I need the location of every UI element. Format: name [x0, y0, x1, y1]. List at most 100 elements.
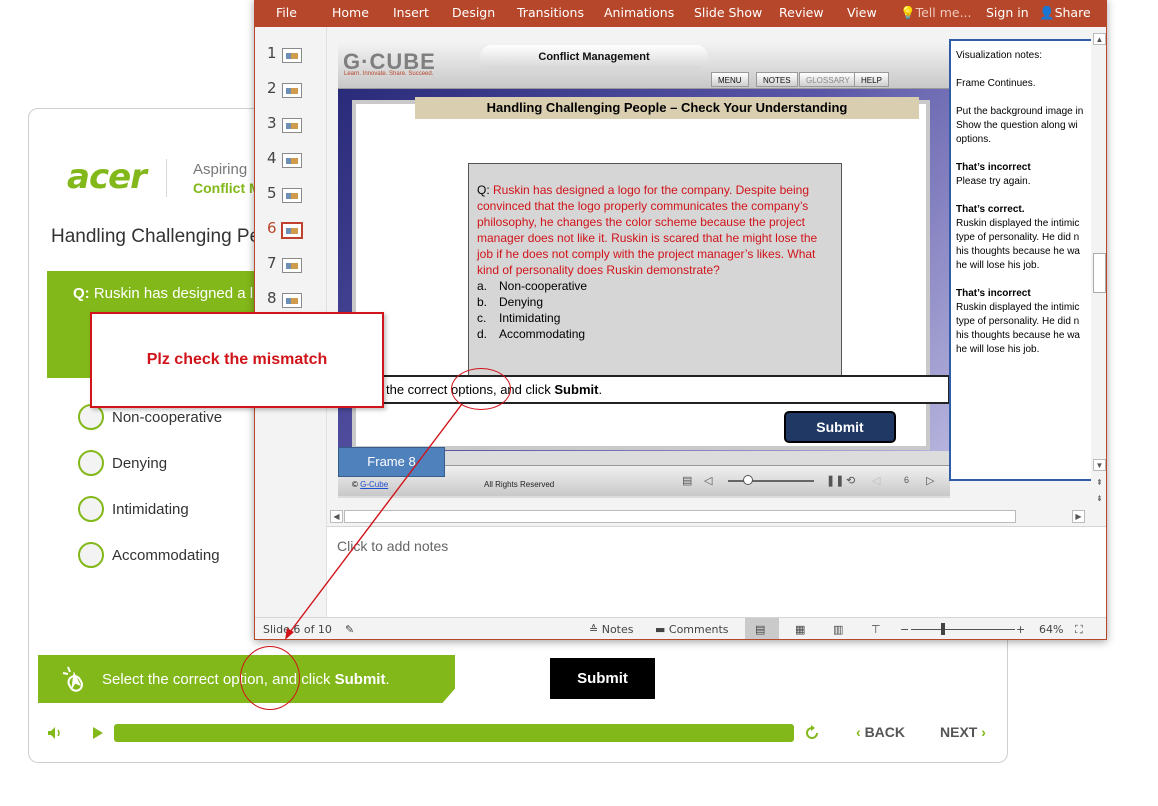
fit-slide-icon[interactable]: ⛶ [1075, 623, 1083, 637]
radio-button[interactable] [78, 542, 104, 568]
slide-submit-button[interactable]: Submit [784, 411, 896, 443]
slide-thumbnail[interactable]: 1 [255, 44, 327, 74]
zoom-out-button[interactable]: − [900, 623, 909, 636]
slide-canvas[interactable]: G·CUBE Learn. Innovate. Share. Succeed. … [338, 41, 950, 498]
slide-number: 1 [267, 44, 277, 62]
slide-preview[interactable] [282, 293, 302, 308]
speaker-icon[interactable] [47, 725, 63, 741]
share-button[interactable]: 👤Share [1039, 5, 1091, 21]
option-accommodating[interactable]: Accommodating [78, 541, 220, 569]
glossary-tab[interactable]: GLOSSARY [799, 72, 857, 87]
page-number: 6 [904, 475, 910, 485]
back-icon[interactable]: ◁ [872, 474, 880, 487]
zoom-handle[interactable] [941, 623, 945, 635]
radio-button[interactable] [78, 496, 104, 522]
zoom-slider[interactable] [911, 629, 1015, 630]
tell-me-search[interactable]: 💡Tell me... [900, 5, 972, 21]
course-tagline: Aspiring [193, 161, 248, 178]
scroll-thumb[interactable] [1093, 253, 1106, 293]
slideshow-icon[interactable]: ⊤ [871, 623, 881, 636]
chevron-left-icon: ‹ [856, 724, 861, 740]
scroll-left-icon[interactable]: ◀ [330, 510, 343, 523]
option-denying[interactable]: Denying [78, 449, 167, 477]
next-icon[interactable]: ▷ [926, 474, 934, 487]
timeline-slider[interactable] [728, 480, 814, 482]
scroll-down-icon[interactable]: ▼ [1093, 459, 1106, 471]
tab-file[interactable]: File [276, 5, 297, 20]
page-icon[interactable]: ▤ [682, 474, 692, 487]
tab-animations[interactable]: Animations [604, 5, 674, 20]
ribbon-tabs: File Home Insert Design Transitions Anim… [255, 0, 1106, 27]
slide-thumbnail[interactable]: 4 [255, 149, 327, 179]
prev-slide-icon[interactable]: ⇞ [1093, 477, 1106, 489]
option-label: Intimidating [112, 500, 189, 518]
horizontal-scrollbar[interactable]: ◀ ▶ [330, 509, 1086, 524]
feedback-incorrect-1: That’s incorrect Please try again. [956, 162, 1031, 187]
zoom-in-button[interactable]: + [1016, 623, 1025, 636]
screenshot-stage: acer Aspiring Conflict M Handling Challe… [0, 0, 1158, 806]
prev-icon[interactable]: ◁ [704, 474, 712, 487]
pause-icon[interactable]: ❚❚ [826, 474, 844, 487]
slide-thumbnail[interactable]: 3 [255, 114, 327, 144]
scroll-track[interactable] [344, 510, 1016, 523]
tab-review[interactable]: Review [779, 5, 824, 20]
slider-handle[interactable] [743, 475, 753, 485]
radio-button[interactable] [78, 450, 104, 476]
tab-view[interactable]: View [847, 5, 877, 20]
rights-text: All Rights Reserved [484, 480, 555, 489]
option-c: c. Intimidating [477, 311, 561, 325]
replay-icon[interactable] [803, 724, 821, 742]
scroll-up-icon[interactable]: ▲ [1093, 33, 1106, 45]
notes-tab[interactable]: NOTES [756, 72, 798, 87]
gcube-link[interactable]: G-Cube [360, 480, 388, 489]
notes-placeholder[interactable]: Click to add notes [337, 538, 448, 554]
submit-button[interactable]: Submit [550, 658, 655, 699]
comments-button[interactable]: ▬ Comments [655, 623, 729, 636]
tab-slide-show[interactable]: Slide Show [694, 5, 762, 20]
notes-area[interactable]: Click to add notes [327, 526, 1106, 618]
menu-tab[interactable]: MENU [711, 72, 749, 87]
highlight-circle-slide [451, 368, 511, 410]
tab-transitions[interactable]: Transitions [517, 5, 584, 20]
slide-sorter-icon[interactable]: ▦ [795, 623, 805, 636]
reading-view-icon[interactable]: ▥ [833, 623, 843, 636]
slide-preview[interactable] [282, 83, 302, 98]
slide-preview[interactable] [282, 48, 302, 63]
option-label: Non-cooperative [112, 408, 223, 426]
feedback-correct: That’s correct. Ruskin displayed the inti… [956, 204, 1080, 271]
notes-heading: Visualization notes: [956, 50, 1042, 61]
tab-home[interactable]: Home [332, 5, 369, 20]
slide-number: 8 [267, 289, 277, 307]
scroll-right-icon[interactable]: ▶ [1072, 510, 1085, 523]
slide-preview[interactable] [282, 153, 302, 168]
lightbulb-icon: 💡 [900, 5, 916, 20]
option-label: Accommodating [112, 546, 220, 564]
loop-icon[interactable]: ⟲ [846, 474, 855, 487]
slide-thumbnail[interactable]: 5 [255, 184, 327, 214]
slide-preview[interactable] [282, 118, 302, 133]
next-slide-icon[interactable]: ⇟ [1093, 493, 1106, 505]
slide-thumbnail[interactable]: 6 [255, 219, 327, 249]
slide-preview[interactable] [281, 222, 303, 239]
slide-preview[interactable] [282, 188, 302, 203]
mouse-click-icon [62, 666, 83, 692]
tab-insert[interactable]: Insert [393, 5, 429, 20]
help-tab[interactable]: HELP [854, 72, 889, 87]
slide-thumbnail[interactable]: 2 [255, 79, 327, 109]
tab-design[interactable]: Design [452, 5, 495, 20]
spellcheck-icon[interactable]: ✎ [345, 623, 354, 636]
option-intimidating[interactable]: Intimidating [78, 495, 189, 523]
notes-button[interactable]: ≙ Notes [589, 623, 634, 636]
vertical-scrollbar[interactable]: ▲ ▼ ⇞ ⇟ [1091, 31, 1106, 511]
back-button[interactable]: ‹ BACK [856, 724, 905, 740]
slide-thumbnail[interactable]: 7 [255, 254, 327, 284]
next-button[interactable]: NEXT › [940, 724, 986, 740]
option-label: Denying [112, 454, 168, 472]
zoom-level[interactable]: 64% [1039, 623, 1063, 636]
progress-bar[interactable] [114, 724, 794, 742]
play-icon[interactable] [91, 725, 105, 741]
slide-preview[interactable] [282, 258, 302, 273]
slide-player-controls: ▤ ◁ ❚❚ ⟲ ◁ 6 ▷ [676, 469, 946, 493]
person-icon: 👤 [1039, 5, 1055, 20]
sign-in-link[interactable]: Sign in [986, 5, 1029, 20]
